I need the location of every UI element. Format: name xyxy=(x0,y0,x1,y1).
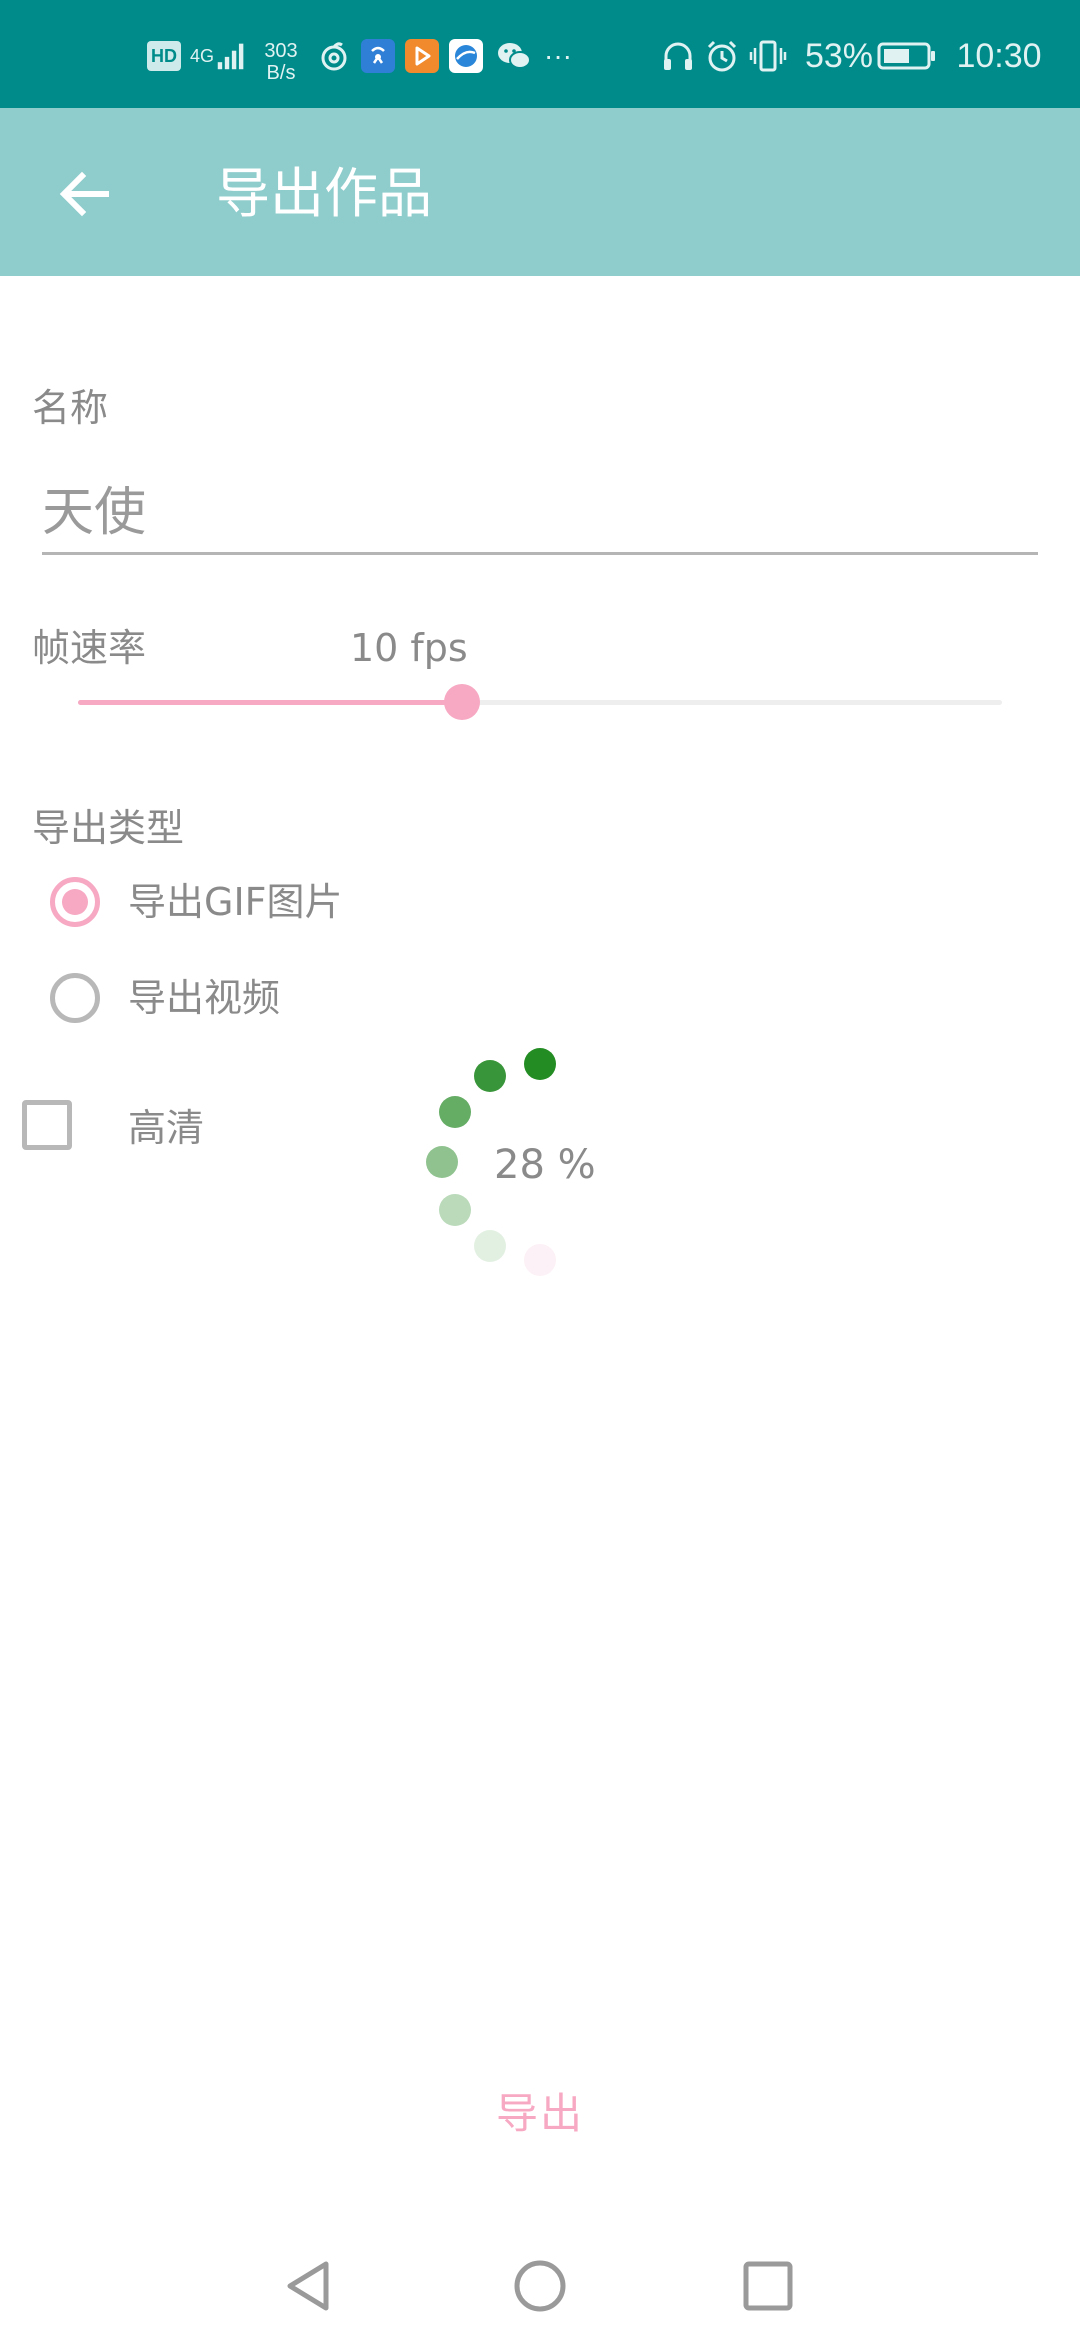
alarm-icon xyxy=(704,36,740,76)
network-speed-unit: B/s xyxy=(266,62,296,84)
app-bar xyxy=(0,108,1080,276)
hd-icon: HD xyxy=(146,36,182,76)
spinner-dot xyxy=(426,1146,458,1178)
nav-home-button[interactable] xyxy=(490,2236,590,2336)
spinner-dot xyxy=(524,1244,556,1276)
export-option-gif[interactable]: 导出GIF图片 xyxy=(50,877,343,927)
triangle-back-icon xyxy=(287,2261,329,2311)
nav-recents-button[interactable] xyxy=(718,2236,818,2336)
hd-checkbox[interactable] xyxy=(22,1100,72,1150)
status-bar: HD 4G 303 B/s ··· 53% 10:30 xyxy=(0,0,1080,108)
spinner-dot xyxy=(439,1096,471,1128)
video-option-label: 导出视频 xyxy=(128,976,281,1020)
browser-app-icon xyxy=(448,36,484,76)
headphones-icon xyxy=(660,36,696,76)
clock-time: 10:30 xyxy=(956,36,1042,75)
radio-selected-dot xyxy=(62,889,88,915)
spinner-dot xyxy=(474,1060,506,1092)
nav-back-button[interactable] xyxy=(258,2236,358,2336)
vibrate-icon xyxy=(748,36,788,76)
signal-type: 4G xyxy=(190,46,215,66)
page-title: 导出作品 xyxy=(216,162,432,225)
network-speed-value: 303 xyxy=(264,40,298,62)
circle-home-icon xyxy=(514,2260,566,2312)
spinner-dot xyxy=(439,1194,471,1226)
square-recents-icon xyxy=(743,2261,793,2311)
frame-rate-value: 10 fps xyxy=(350,626,468,670)
video-app-icon xyxy=(404,36,440,76)
hd-badge: HD xyxy=(147,41,181,71)
slider-thumb[interactable] xyxy=(444,684,481,720)
battery-percent: 53% xyxy=(804,36,874,75)
spinner-dot xyxy=(524,1048,556,1080)
slider-fill xyxy=(78,700,463,705)
battery-icon xyxy=(876,36,938,76)
gif-radio[interactable] xyxy=(50,877,100,927)
hd-label: 高清 xyxy=(128,1106,205,1150)
gif-option-label: 导出GIF图片 xyxy=(128,880,343,924)
export-option-video[interactable]: 导出视频 xyxy=(50,973,280,1023)
progress-percent: 28 % xyxy=(494,1142,596,1188)
wifi-hotspot-icon xyxy=(360,36,396,76)
back-button[interactable] xyxy=(40,150,128,238)
export-button[interactable]: 导出 xyxy=(440,2070,640,2150)
name-input[interactable] xyxy=(42,470,1038,555)
network-speed: 303 B/s xyxy=(256,36,306,88)
spinner-dot xyxy=(474,1230,506,1262)
arrow-left-icon xyxy=(59,171,109,217)
netease-music-icon xyxy=(316,36,352,76)
more-notifications-indicator: ··· xyxy=(544,40,572,71)
video-radio[interactable] xyxy=(50,973,100,1023)
export-type-label: 导出类型 xyxy=(32,806,185,850)
signal-icon: 4G xyxy=(190,36,246,76)
frame-rate-label: 帧速率 xyxy=(32,626,147,670)
frame-rate-slider[interactable] xyxy=(78,680,1002,724)
name-label: 名称 xyxy=(32,386,109,430)
wechat-icon xyxy=(494,36,534,76)
